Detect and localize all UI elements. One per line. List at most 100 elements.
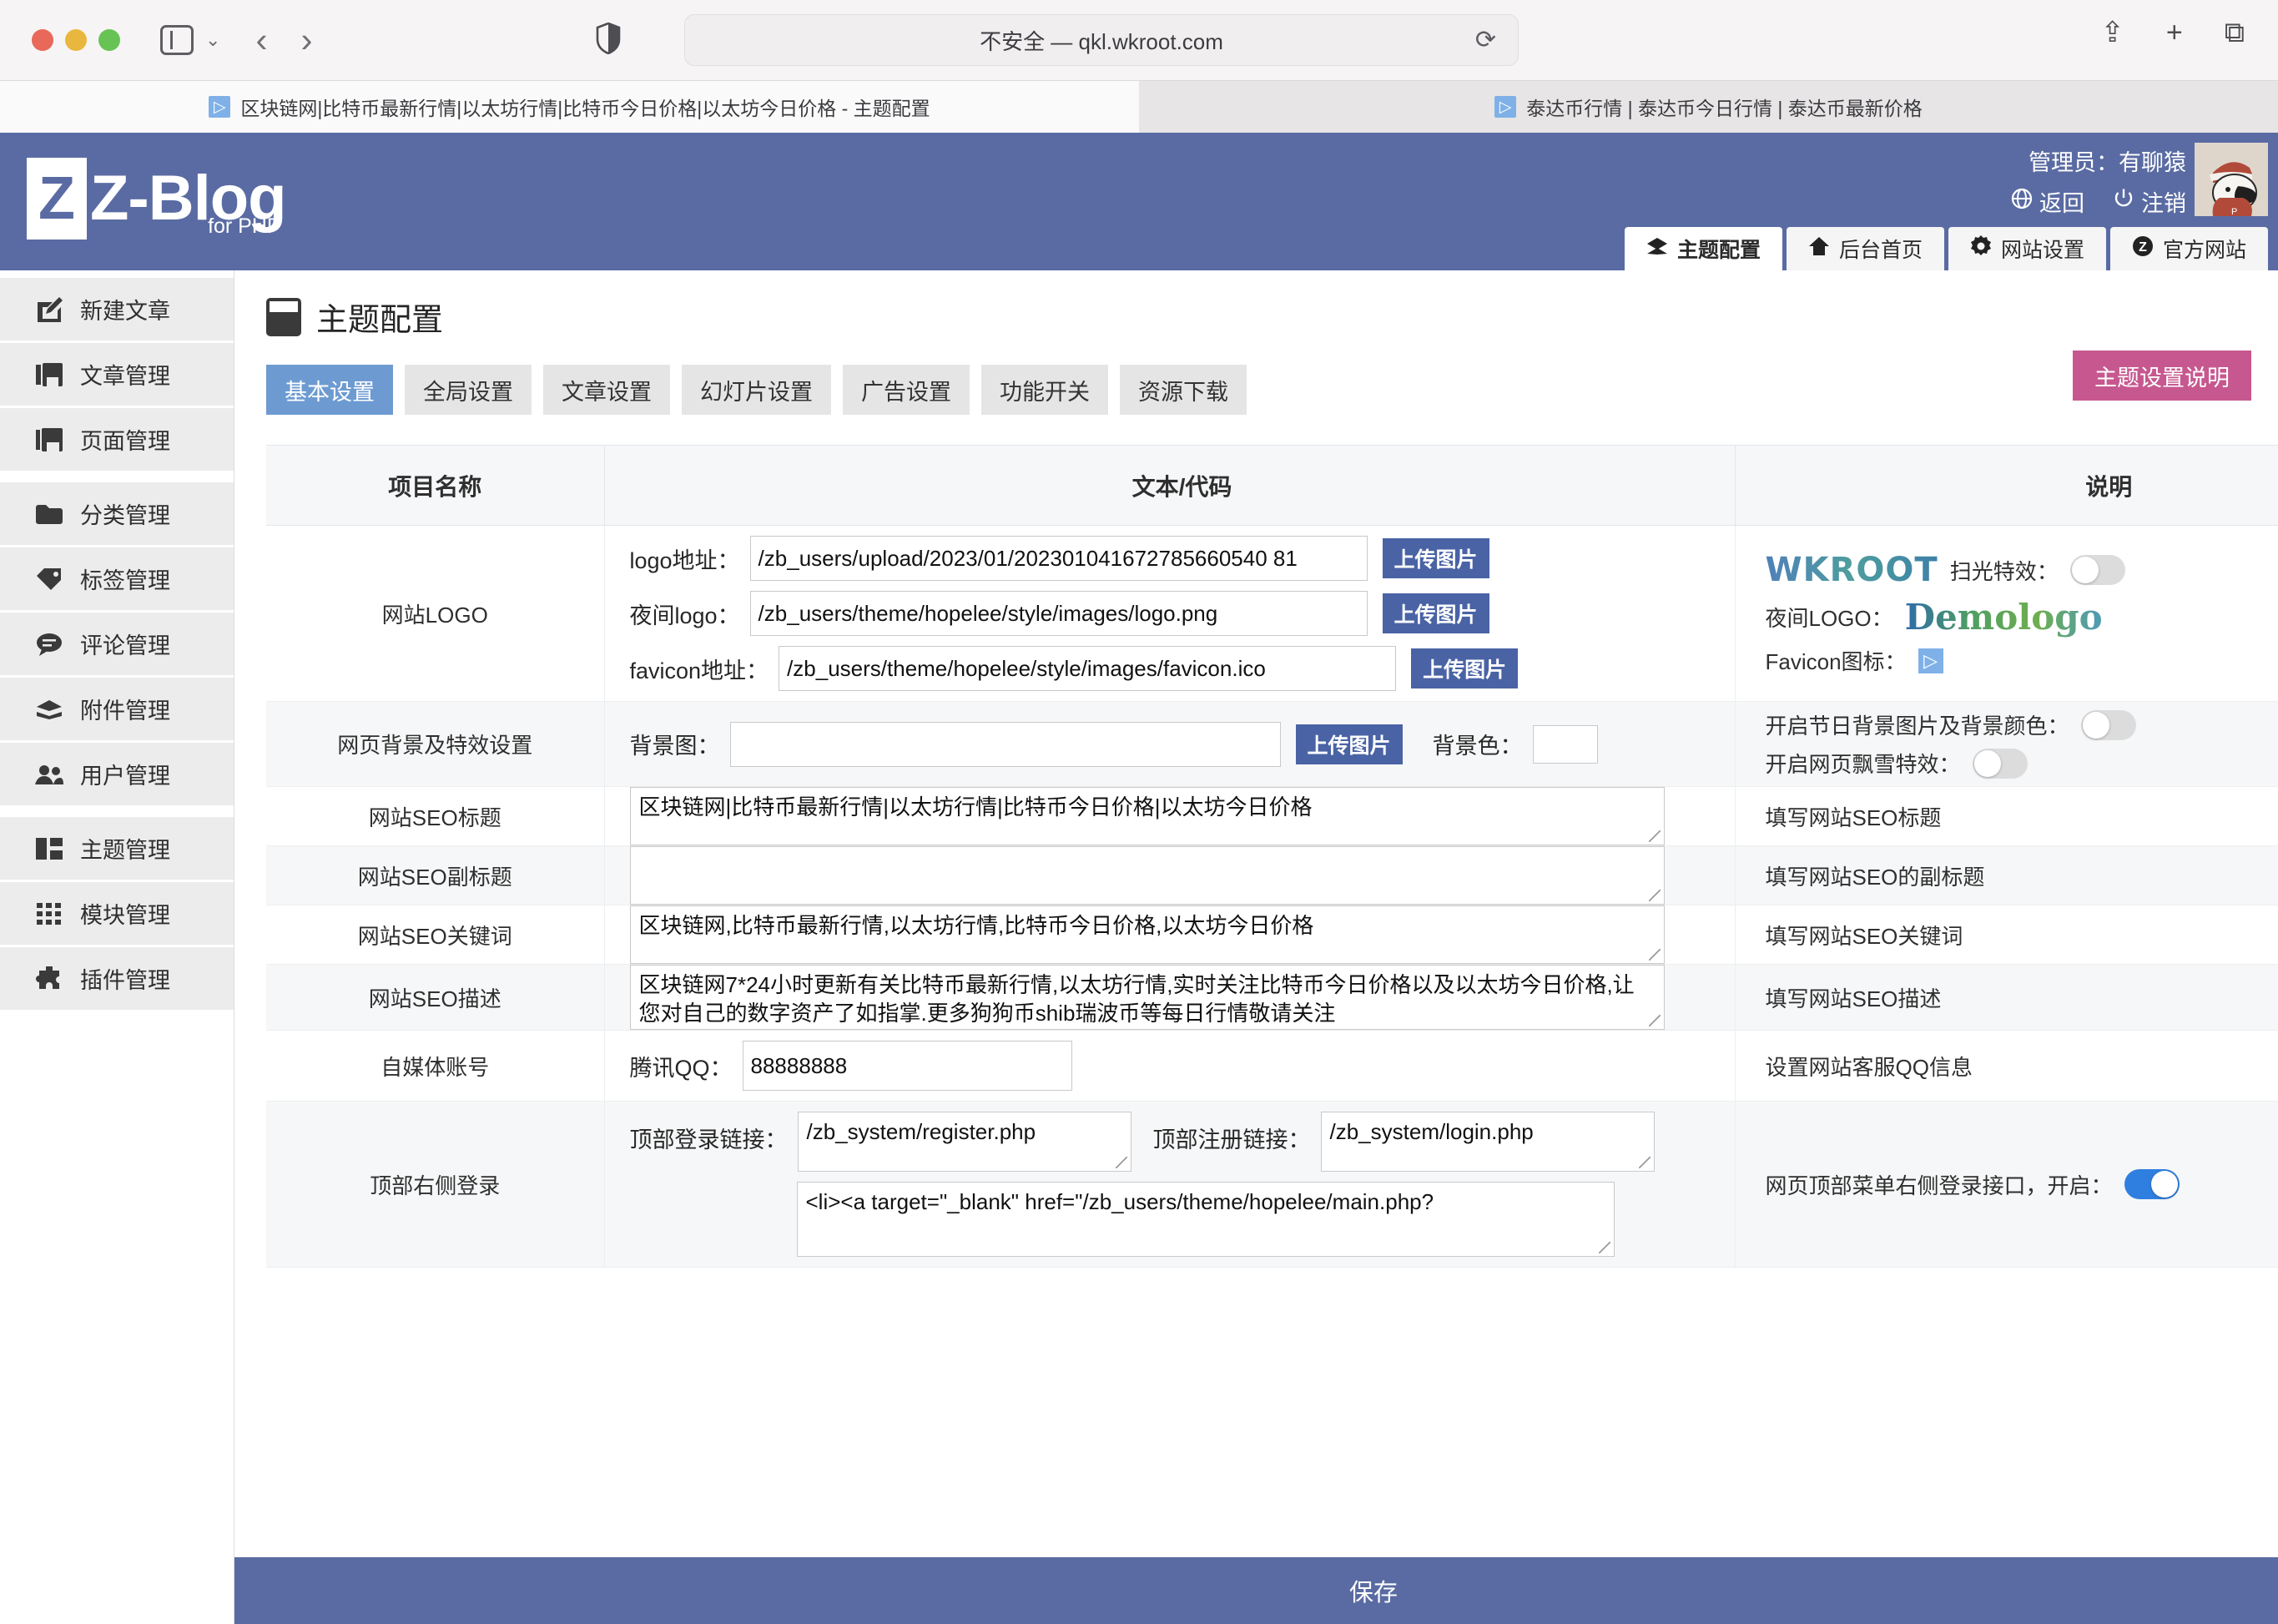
seo-subtitle-textarea[interactable] — [629, 846, 1665, 905]
browser-tab-2[interactable]: ▷ 泰达币行情 | 泰达币今日行情 | 泰达币最新价格 — [1139, 81, 2278, 133]
app-logo[interactable]: Z Z-Blog for PHP — [27, 158, 287, 240]
header-nav-dashboard[interactable]: 后台首页 — [1786, 227, 1944, 270]
tab-article-settings[interactable]: 文章设置 — [543, 365, 670, 415]
maximize-window-button[interactable] — [98, 29, 120, 51]
share-icon[interactable]: ⇪ — [2100, 18, 2124, 47]
row-value-seo-keywords: 区块链网,比特币最新行情,以太坊行情,比特币今日价格,以太坊今日价格 — [603, 905, 1735, 965]
tab-label: 功能开关 — [1000, 379, 1090, 405]
night-logo-upload-button[interactable]: 上传图片 — [1382, 593, 1489, 633]
top-login-code-textarea[interactable]: <li><a target="_blank" href="/zb_users/t… — [796, 1182, 1615, 1257]
gear-icon — [1970, 235, 1992, 263]
globe-icon — [2011, 188, 2033, 215]
page-icon — [35, 427, 63, 451]
sidebar-item-label: 分类管理 — [80, 503, 170, 528]
row-label-seo-description: 网站SEO描述 — [266, 964, 604, 1031]
chevron-down-icon[interactable]: ⌄ — [205, 31, 220, 49]
tab-ad-settings[interactable]: 广告设置 — [843, 365, 970, 415]
top-login-enable-toggle[interactable] — [2124, 1169, 2180, 1199]
back-icon[interactable]: ‹ — [255, 23, 267, 58]
seo-description-textarea[interactable]: 区块链网7*24小时更新有关比特币最新行情,以太坊行情,实时关注比特币今日价格以… — [629, 965, 1665, 1030]
bg-color-input[interactable] — [1532, 724, 1598, 764]
sidebar-item-page-manage[interactable]: 页面管理 — [0, 408, 234, 471]
logo-url-label: logo地址： — [629, 547, 740, 573]
top-login-link-textarea[interactable]: /zb_system/register.php — [797, 1112, 1131, 1172]
tab-basic-settings[interactable]: 基本设置 — [266, 365, 393, 415]
admin-info: 管理员：有聊猿 返回 注销 — [2011, 144, 2186, 218]
col-header-desc: 说明 — [1734, 445, 2278, 526]
table-header-row: 项目名称 文本/代码 说明 — [266, 445, 2278, 526]
night-logo-input[interactable]: /zb_users/theme/hopelee/style/images/log… — [749, 591, 1368, 636]
top-register-link-textarea[interactable]: /zb_system/login.php — [1320, 1112, 1655, 1172]
back-to-site-link[interactable]: 返回 — [2011, 185, 2084, 218]
forward-icon[interactable]: › — [300, 23, 312, 58]
toolbar-right-icons[interactable]: ⇪ + ⧉ — [2100, 18, 2245, 47]
page-title: 主题配置 — [234, 270, 2278, 340]
snow-effect-toggle[interactable] — [1972, 748, 2028, 779]
tab-overview-icon[interactable]: ⧉ — [2225, 18, 2245, 47]
header-nav: 主题配置 后台首页 网站设置 Z 官方网站 — [1624, 227, 2268, 270]
sidebar-item-user-manage[interactable]: 用户管理 — [0, 743, 234, 805]
logout-label: 注销 — [2141, 191, 2186, 216]
window-icon — [266, 297, 301, 336]
sidebar-item-module-manage[interactable]: 模块管理 — [0, 882, 234, 945]
reload-icon[interactable]: ⟳ — [1475, 26, 1496, 55]
favicon-url-input[interactable]: /zb_users/theme/hopelee/style/images/fav… — [779, 646, 1397, 691]
sidebar-item-label: 用户管理 — [80, 764, 170, 789]
sidebar-item-label: 标签管理 — [80, 568, 170, 593]
save-button[interactable]: 保存 — [234, 1557, 2278, 1624]
favicon-url-label: favicon地址： — [629, 658, 769, 683]
table-row-top-login: 顶部右侧登录 顶部登录链接： /zb_system/register.php 顶… — [266, 1101, 2278, 1268]
address-bar[interactable]: 不安全 — qkl.wkroot.com ⟳ — [684, 14, 1519, 66]
avatar[interactable]: P — [2195, 143, 2268, 216]
window-controls[interactable] — [32, 29, 120, 51]
row-value-seo-description: 区块链网7*24小时更新有关比特币最新行情,以太坊行情,实时关注比特币今日价格以… — [603, 964, 1735, 1031]
bg-image-input[interactable] — [729, 721, 1281, 767]
sidebar-item-plugin-manage[interactable]: 插件管理 — [0, 947, 234, 1010]
sidebar-item-tag-manage[interactable]: 标签管理 — [0, 547, 234, 610]
shield-icon[interactable] — [596, 22, 621, 58]
qq-input[interactable]: 88888888 — [742, 1041, 1072, 1091]
sidebar-toggle-icon[interactable] — [160, 25, 194, 55]
sidebar-item-label: 页面管理 — [80, 429, 170, 454]
sidebar-item-new-article[interactable]: 新建文章 — [0, 278, 234, 340]
sidebar-item-category-manage[interactable]: 分类管理 — [0, 482, 234, 545]
tab-feature-switch[interactable]: 功能开关 — [981, 365, 1108, 415]
svg-text:P: P — [2231, 207, 2237, 216]
page-title-text: 主题配置 — [316, 303, 444, 338]
seo-title-textarea[interactable]: 区块链网|比特币最新行情|以太坊行情|比特币今日价格|以太坊今日价格 — [629, 787, 1665, 845]
header-nav-theme-config[interactable]: 主题配置 — [1624, 227, 1782, 270]
logo-upload-button[interactable]: 上传图片 — [1382, 538, 1489, 578]
scan-effect-toggle[interactable] — [2069, 555, 2125, 585]
col-header-name: 项目名称 — [266, 445, 604, 526]
sidebar-item-theme-manage[interactable]: 主题管理 — [0, 817, 234, 880]
row-desc-seo-title: 填写网站SEO标题 — [1734, 786, 2278, 846]
close-window-button[interactable] — [32, 29, 53, 51]
settings-tabs: 基本设置 全局设置 文章设置 幻灯片设置 广告设置 功能开关 资源下载 — [234, 340, 2278, 415]
tab-label: 文章设置 — [562, 379, 652, 405]
tab-resource-download[interactable]: 资源下载 — [1120, 365, 1247, 415]
seo-keywords-textarea[interactable]: 区块链网,比特币最新行情,以太坊行情,比特币今日价格,以太坊今日价格 — [629, 905, 1665, 964]
nav-arrows[interactable]: ‹ › — [255, 23, 312, 58]
row-desc-media-account: 设置网站客服QQ信息 — [1734, 1030, 2278, 1102]
logo-url-input[interactable]: /zb_users/upload/2023/01/202301041672785… — [749, 536, 1368, 581]
tab-slider-settings[interactable]: 幻灯片设置 — [682, 365, 831, 415]
header-nav-site-settings[interactable]: 网站设置 — [1948, 227, 2106, 270]
bg-image-upload-button[interactable]: 上传图片 — [1295, 724, 1403, 764]
favicon-upload-button[interactable]: 上传图片 — [1411, 648, 1519, 688]
holiday-bg-toggle[interactable] — [2080, 709, 2136, 740]
night-logo-label: 夜间logo： — [629, 603, 740, 628]
sidebar-item-label: 主题管理 — [80, 838, 170, 863]
sidebar-item-article-manage[interactable]: 文章管理 — [0, 343, 234, 406]
new-tab-icon[interactable]: + — [2166, 18, 2183, 47]
sidebar-item-label: 模块管理 — [80, 903, 170, 928]
logout-link[interactable]: 注销 — [2113, 185, 2186, 218]
tab-global-settings[interactable]: 全局设置 — [405, 365, 532, 415]
app-header: Z Z-Blog for PHP 管理员：有聊猿 返回 注销 P 主题配置 后台… — [0, 133, 2278, 270]
sidebar-item-comment-manage[interactable]: 评论管理 — [0, 613, 234, 675]
sidebar-item-attachment-manage[interactable]: 附件管理 — [0, 678, 234, 740]
minimize-window-button[interactable] — [65, 29, 87, 51]
header-nav-official-site[interactable]: Z 官方网站 — [2109, 227, 2268, 270]
theme-help-button[interactable]: 主题设置说明 — [2073, 351, 2251, 401]
folder-icon — [35, 504, 63, 524]
browser-tab-1[interactable]: ▷ 区块链网|比特币最新行情|以太坊行情|比特币今日价格|以太坊今日价格 - 主… — [0, 81, 1139, 133]
